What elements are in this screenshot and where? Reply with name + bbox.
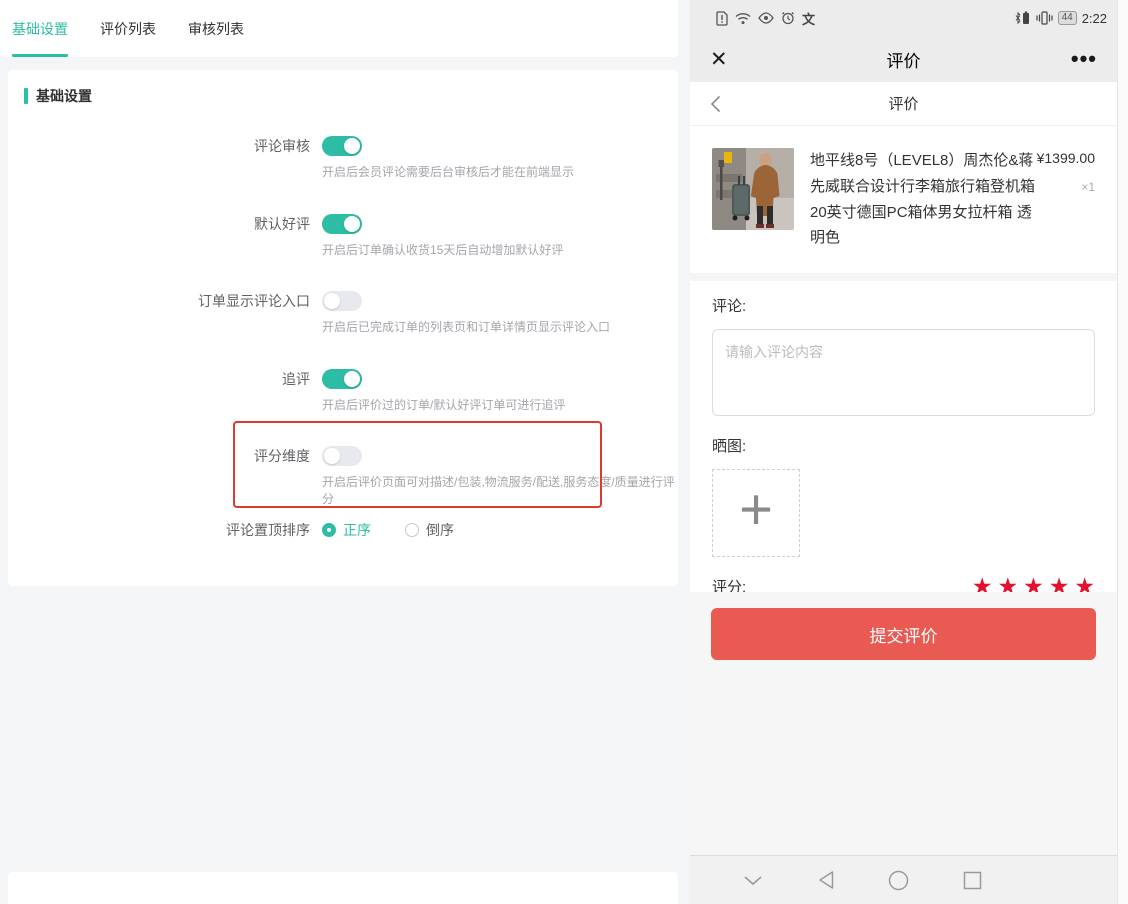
- plus-icon: +: [739, 481, 773, 539]
- comment-label: 评论:: [712, 295, 1095, 316]
- battery-percent-badge: 44: [1058, 11, 1077, 25]
- section-accent-bar: [24, 88, 28, 104]
- radio-descending[interactable]: 倒序: [405, 520, 454, 540]
- setting-label: 评论审核: [8, 136, 310, 156]
- setting-row-comment-audit: 评论审核 开启后会员评论需要后台审核后才能在前端显示: [8, 136, 678, 180]
- section-header: 基础设置: [24, 86, 92, 106]
- product-price: ¥1399.00: [1037, 150, 1095, 166]
- setting-label: 追评: [8, 369, 310, 389]
- wifi-icon: [735, 12, 751, 25]
- setting-row-order-comment-entry: 订单显示评论入口 开启后已完成订单的列表页和订单详情页显示评论入口: [8, 291, 678, 335]
- mobile-preview: 文 44 2:22 ✕ 评价 ••• 评价: [690, 0, 1128, 904]
- status-time: 2:22: [1082, 11, 1107, 26]
- status-icons-right: 44 2:22: [1012, 11, 1107, 26]
- tab-label: 审核列表: [188, 19, 244, 39]
- rating-dimension-toggle[interactable]: [322, 446, 362, 466]
- android-nav-bar: [690, 855, 1117, 904]
- follow-up-review-toggle[interactable]: [322, 369, 362, 389]
- photos-section: 晒图: +: [690, 421, 1117, 557]
- setting-row-rating-dimension: 评分维度 开启后评价页面可对描述/包装,物流服务/配送,服务态度/质量进行评分: [8, 446, 678, 507]
- scrollbar-track[interactable]: [1117, 0, 1128, 904]
- vibrate-icon: [1036, 11, 1053, 25]
- nav-recents-icon[interactable]: [963, 871, 982, 890]
- eye-icon: [758, 12, 774, 24]
- product-quantity: ×1: [1037, 180, 1095, 194]
- setting-row-follow-up-review: 追评 开启后评价过的订单/默认好评订单可进行追评: [8, 369, 678, 413]
- wechat-title-bar: ✕ 评价 •••: [690, 36, 1117, 82]
- alarm-clock-icon: [781, 11, 795, 25]
- setting-row-default-good-review: 默认好评 开启后订单确认收货15天后自动增加默认好评: [8, 214, 678, 258]
- wechat-page-title: 评价: [690, 47, 1117, 72]
- setting-desc: 开启后订单确认收货15天后自动增加默认好评: [322, 241, 678, 258]
- section-title: 基础设置: [36, 86, 92, 106]
- hanzi-text-icon: 文: [802, 9, 815, 28]
- status-icons-left: 文: [716, 9, 815, 28]
- sim-alert-icon: [716, 11, 728, 26]
- setting-label: 评论置顶排序: [8, 520, 310, 540]
- setting-desc: 开启后评价页面可对描述/包装,物流服务/配送,服务态度/质量进行评分: [322, 473, 678, 507]
- default-good-review-toggle[interactable]: [322, 214, 362, 234]
- upload-photo-button[interactable]: +: [712, 469, 800, 557]
- settings-card: 基础设置 评论审核 开启后会员评论需要后台审核后才能在前端显示 默认好评 开启后…: [8, 70, 678, 586]
- toggle-knob: [344, 216, 360, 232]
- setting-label: 评分维度: [8, 446, 310, 466]
- radio-ascending[interactable]: 正序: [322, 520, 371, 540]
- more-menu-icon[interactable]: •••: [1071, 55, 1097, 64]
- tab-audit-list[interactable]: 审核列表: [188, 0, 244, 57]
- comment-input[interactable]: [712, 329, 1095, 416]
- comment-section: 评论:: [690, 281, 1117, 421]
- page-title: 评价: [690, 93, 1117, 114]
- tab-review-list[interactable]: 评价列表: [100, 0, 156, 57]
- toggle-knob: [324, 448, 340, 464]
- toggle-knob: [344, 371, 360, 387]
- toggle-knob: [324, 293, 340, 309]
- page-header: 评价: [690, 82, 1117, 126]
- product-card: 地平线8号（LEVEL8）周杰伦&蒋先威联合设计行李箱旅行箱登机箱20英寸德国P…: [690, 126, 1117, 273]
- bottom-panel-strip: [8, 872, 678, 904]
- submit-review-button[interactable]: 提交评价: [711, 608, 1096, 660]
- tab-label: 评价列表: [100, 19, 156, 39]
- radio-label: 正序: [343, 520, 371, 540]
- setting-row-pinned-sort: 评论置顶排序 正序 倒序: [8, 520, 678, 540]
- photos-label: 晒图:: [712, 435, 1095, 456]
- setting-label: 默认好评: [8, 214, 310, 234]
- comment-audit-toggle[interactable]: [322, 136, 362, 156]
- tab-label: 基础设置: [12, 19, 68, 39]
- sort-radio-group: 正序 倒序: [322, 520, 454, 540]
- tab-bar: 基础设置 评价列表 审核列表: [0, 0, 678, 57]
- setting-desc: 开启后会员评论需要后台审核后才能在前端显示: [322, 163, 678, 180]
- status-bar: 文 44 2:22: [690, 0, 1117, 36]
- section-divider: [690, 273, 1117, 281]
- product-title: 地平线8号（LEVEL8）周杰伦&蒋先威联合设计行李箱旅行箱登机箱20英寸德国P…: [810, 148, 1037, 251]
- radio-label: 倒序: [426, 520, 454, 540]
- radio-dot-icon: [405, 523, 419, 537]
- toggle-knob: [344, 138, 360, 154]
- order-comment-entry-toggle[interactable]: [322, 291, 362, 311]
- tab-basic-settings[interactable]: 基础设置: [12, 0, 68, 57]
- hide-keyboard-chevron-icon[interactable]: [743, 875, 763, 886]
- submit-area: 提交评价: [690, 592, 1117, 855]
- nav-back-icon[interactable]: [817, 870, 835, 890]
- admin-panel: 基础设置 评价列表 审核列表 基础设置 评论审核 开启后会员评论需要后台审核后才…: [0, 0, 690, 904]
- nav-home-icon[interactable]: [888, 870, 909, 891]
- setting-desc: 开启后评价过的订单/默认好评订单可进行追评: [322, 396, 678, 413]
- radio-dot-icon: [322, 523, 336, 537]
- setting-desc: 开启后已完成订单的列表页和订单详情页显示评论入口: [322, 318, 678, 335]
- bluetooth-battery-icon: [1012, 11, 1031, 25]
- product-image: [712, 148, 794, 230]
- setting-label: 订单显示评论入口: [8, 291, 310, 311]
